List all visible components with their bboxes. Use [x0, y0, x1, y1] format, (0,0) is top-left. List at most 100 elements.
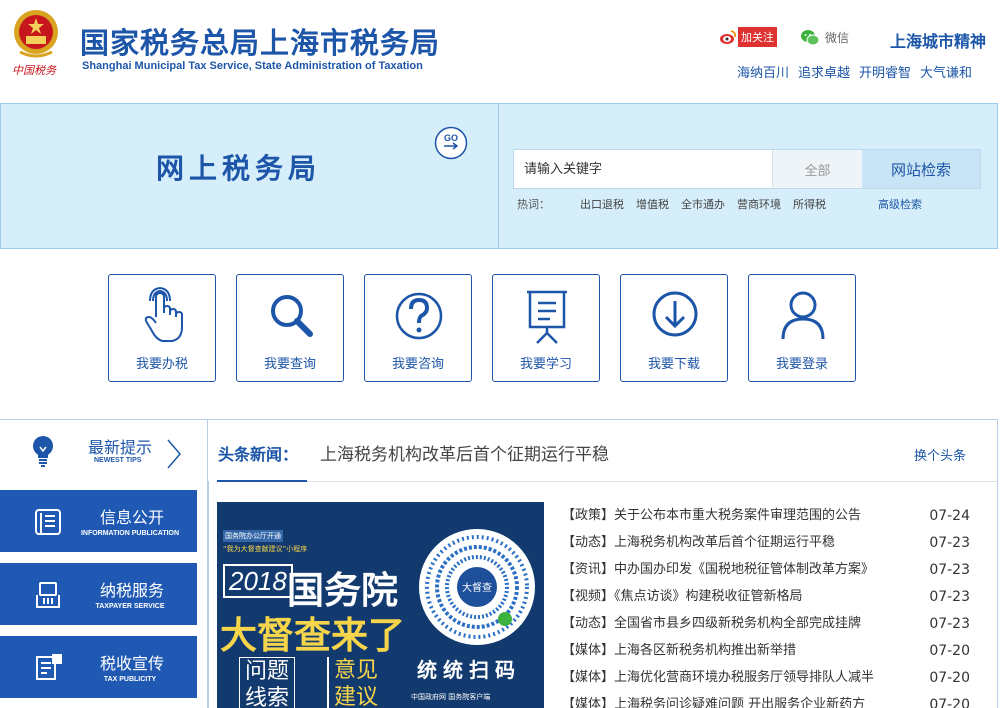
poster-footer: 中国政府网 国务院客户端 [411, 693, 491, 701]
question-icon [395, 292, 443, 340]
svg-text:GO: GO [444, 133, 458, 143]
news-list: 【政策】关于公布本市重大税务案件审理范围的公告 07-24 【动态】上海税务机构改… [562, 506, 974, 708]
poster-tag: “我为大督查献建议”小程序 [223, 545, 308, 553]
site-subtitle: Shanghai Municipal Tax Service, State Ad… [82, 60, 423, 72]
news-title: 【政策】关于公布本市重大税务案件审理范围的公告 [562, 508, 862, 523]
hot-word-link[interactable]: 所得税 [793, 196, 826, 212]
news-item[interactable]: 【媒体】上海各区新税务机构推出新举措 07-20 [562, 641, 974, 668]
hot-word-link[interactable]: 出口退税 [580, 196, 624, 212]
weibo-icon [720, 30, 736, 44]
quick-link-download[interactable]: 我要下载 [620, 274, 728, 382]
poster-box-text: 意见建议 [327, 657, 383, 708]
city-spirit-word: 追求卓越 [798, 66, 851, 81]
news-title: 【视频】《焦点访谈》构建税收征管新格局 [562, 589, 803, 604]
site-search-button[interactable]: 网站检索 [862, 150, 980, 188]
tax-hand-icon [36, 582, 60, 608]
headline-link[interactable]: 上海税务机构改革后首个征期运行平稳 [320, 440, 609, 465]
weibo-follow-label: 加关注 [738, 27, 777, 47]
site-search-box: 全部 网站检索 [513, 149, 981, 189]
online-tax-banner: 网上税务局 GO 全部 网站检索 热词： 出口退税 增值税 全市通办 营商环境 … [0, 103, 998, 249]
search-input[interactable] [514, 150, 772, 188]
hot-words-label: 热词： [517, 198, 550, 211]
news-title: 【媒体】上海优化营商环境办税服务厅领导排队人减半 [562, 670, 875, 685]
side-menu-information-publication[interactable]: 信息公开 INFORMATION PUBLICATION [0, 490, 197, 552]
news-item[interactable]: 【资讯】中办国办印发《国税地税征管体制改革方案》 07-23 [562, 560, 974, 587]
side-menu-title: 纳税服务 [99, 581, 164, 600]
online-tax-bureau-title[interactable]: 网上税务局 [156, 147, 321, 187]
side-menu-tax-publicity[interactable]: 税收宣传 TAX PUBLICITY [0, 636, 197, 698]
news-item[interactable]: 【政策】关于公布本市重大税务案件审理范围的公告 07-24 [562, 506, 974, 533]
hot-word-link[interactable]: 营商环境 [737, 196, 781, 212]
news-date: 07-20 [929, 697, 970, 708]
wechat-link[interactable]: 微信 [800, 27, 849, 47]
headline-divider [307, 481, 997, 482]
qr-center-label: 大督查 [462, 581, 492, 594]
weibo-follow-button[interactable]: 加关注 [719, 27, 777, 47]
news-title: 【动态】全国省市县乡四级新税务机构全部完成挂牌 [562, 616, 862, 631]
supervision-poster[interactable]: 国务院办公厅开通 “我为大督查献建议”小程序 2018 国务院 大督查来了 问题… [217, 502, 544, 708]
poster-scan-text: 统统扫码 [417, 658, 521, 682]
banner-divider [498, 104, 499, 248]
newest-tips-panel[interactable]: 最新提示 NEWEST TIPS [0, 420, 208, 482]
poster-box-text: 问题线索 [239, 657, 295, 708]
quick-link-handle-tax[interactable]: 我要办税 [108, 274, 216, 382]
user-icon [781, 291, 825, 340]
poster-headline: 大督查来了 [220, 613, 405, 657]
poster-tag: 国务院办公厅开通 [223, 530, 283, 542]
poster-year: 2018 [223, 564, 293, 598]
quick-link-label: 我要学习 [519, 357, 572, 372]
hot-word-link[interactable]: 全市通办 [681, 196, 725, 212]
hot-words: 热词： 出口退税 增值税 全市通办 营商环境 所得税 [517, 196, 838, 212]
news-title: 【媒体】上海各区新税务机构推出新举措 [562, 643, 797, 658]
news-date: 07-23 [929, 616, 970, 632]
news-title: 【资讯】中办国办印发《国税地税征管体制改革方案》 [562, 562, 875, 577]
news-item[interactable]: 【视频】《焦点访谈》构建税收征管新格局 07-23 [562, 587, 974, 614]
chevron-right-icon [167, 439, 181, 469]
side-menu-subtitle: INFORMATION PUBLICATION [80, 530, 180, 537]
news-item[interactable]: 【动态】上海税务机构改革后首个征期运行平稳 07-23 [562, 533, 974, 560]
news-item[interactable]: 【动态】全国省市县乡四级新税务机构全部完成挂牌 07-23 [562, 614, 974, 641]
quick-link-consult[interactable]: 我要咨询 [364, 274, 472, 382]
go-arrow-icon[interactable]: GO [434, 126, 468, 160]
download-icon [652, 291, 698, 337]
quick-link-label: 我要下载 [647, 357, 700, 372]
quick-link-label: 我要查询 [263, 357, 316, 372]
news-date: 07-23 [929, 535, 970, 551]
document-icon [35, 509, 61, 535]
news-title: 【媒体】上海税务问诊疑难问题 开出服务企业新药方 [562, 697, 866, 708]
search-icon [271, 295, 313, 337]
tax-logo-caption: 中国税务 [12, 64, 56, 77]
side-menu-subtitle: TAX PUBLICITY [103, 676, 157, 683]
wechat-icon [801, 29, 820, 45]
newest-tips-subtitle: NEWEST TIPS [94, 457, 142, 464]
quick-link-login[interactable]: 我要登录 [748, 274, 856, 382]
quick-link-label: 我要登录 [775, 357, 828, 372]
news-item[interactable]: 【媒体】上海优化营商环境办税服务厅领导排队人减半 07-20 [562, 668, 974, 695]
city-spirit-word: 大气谦和 [920, 66, 973, 81]
quick-link-learn[interactable]: 我要学习 [492, 274, 600, 382]
news-date: 07-23 [929, 589, 970, 605]
side-menu-title: 税收宣传 [99, 654, 164, 673]
site-title[interactable]: 国家税务总局上海市税务局 [80, 20, 440, 62]
side-menu-title: 信息公开 [99, 508, 164, 527]
site-header: 中国税务 国家税务总局上海市税务局 Shanghai Municipal Tax… [0, 0, 1000, 100]
quick-link-label: 我要办税 [135, 357, 188, 372]
news-date: 07-20 [929, 643, 970, 659]
quick-link-label: 我要咨询 [391, 357, 444, 372]
city-spirit-title: 上海城市精神 [890, 32, 987, 51]
news-date: 07-20 [929, 670, 970, 686]
advanced-search-link[interactable]: 高级检索 [878, 196, 922, 212]
headline-underline [217, 480, 307, 482]
side-menu-taxpayer-service[interactable]: 纳税服务 TAXPAYER SERVICE [0, 563, 197, 625]
newest-tips-title: 最新提示 [88, 438, 153, 457]
switch-headline-link[interactable]: 换个头条 [914, 445, 966, 464]
quick-link-query[interactable]: 我要查询 [236, 274, 344, 382]
news-item[interactable]: 【媒体】上海税务问诊疑难问题 开出服务企业新药方 07-20 [562, 695, 974, 708]
news-title: 【动态】上海税务机构改革后首个征期运行平稳 [562, 535, 836, 550]
search-scope-select[interactable]: 全部 [772, 150, 862, 188]
hot-word-link[interactable]: 增值税 [636, 196, 669, 212]
light-bulb-icon [33, 436, 53, 467]
national-emblem-icon[interactable] [10, 8, 62, 58]
city-spirit-word: 开明睿智 [859, 66, 912, 81]
wechat-label: 微信 [825, 30, 850, 45]
